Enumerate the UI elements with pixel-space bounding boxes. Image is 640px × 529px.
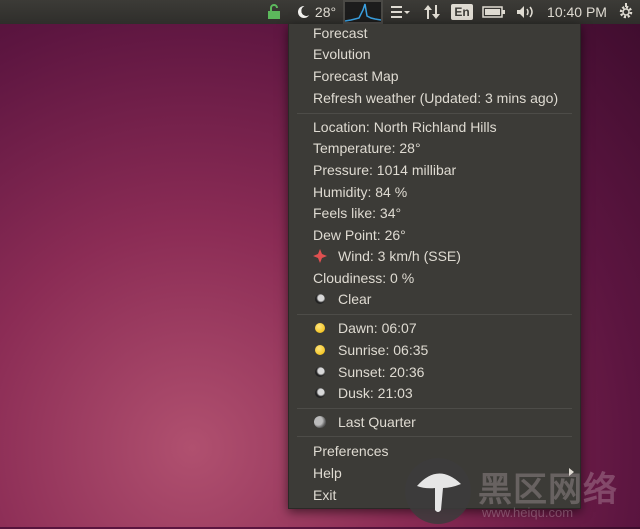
menu-list-icon[interactable]	[388, 0, 412, 24]
menu-item-temperature[interactable]: Temperature: 28°	[313, 138, 421, 158]
moon-icon	[297, 6, 310, 18]
menu-item-humidity[interactable]: Humidity: 84 %	[313, 182, 407, 202]
sun-icon	[315, 323, 325, 333]
watermark-logo-icon	[405, 458, 471, 524]
watermark-subtext: www.heiqu.com	[482, 505, 574, 520]
system-monitor-graph-icon	[345, 2, 381, 22]
sun-icon	[315, 345, 325, 355]
menu-separator	[297, 113, 572, 114]
battery-icon[interactable]	[481, 0, 507, 24]
wind-direction-icon	[313, 249, 327, 266]
menu-item-help[interactable]: Help	[313, 463, 342, 483]
menu-item-refresh[interactable]: Refresh weather (Updated: 3 mins ago)	[313, 88, 558, 108]
menu-item-cloudiness[interactable]: Cloudiness: 0 %	[313, 268, 414, 288]
menu-item-sunset[interactable]: Sunset: 20:36	[338, 362, 424, 382]
moon-icon	[315, 294, 325, 304]
menu-separator	[297, 314, 572, 315]
weather-indicator[interactable]: 28°	[293, 0, 341, 24]
menu-item-evolution[interactable]: Evolution	[313, 44, 371, 64]
menu-item-pressure[interactable]: Pressure: 1014 millibar	[313, 160, 456, 180]
menu-item-forecast[interactable]: Forecast	[313, 23, 367, 43]
menu-item-forecast-map[interactable]: Forecast Map	[313, 66, 399, 86]
menu-item-dusk[interactable]: Dusk: 21:03	[338, 383, 413, 403]
menu-separator	[297, 436, 572, 437]
moon-phase-icon	[314, 416, 326, 428]
gear-icon[interactable]	[614, 0, 638, 24]
weather-temperature: 28°	[314, 4, 337, 20]
menu-item-dawn[interactable]: Dawn: 06:07	[338, 318, 417, 338]
volume-icon[interactable]	[514, 0, 538, 24]
keyboard-layout-indicator[interactable]: En	[451, 0, 473, 24]
menu-item-sunrise[interactable]: Sunrise: 06:35	[338, 340, 428, 360]
menu-item-dew-point[interactable]: Dew Point: 26°	[313, 225, 406, 245]
transfer-arrows-icon[interactable]	[421, 0, 443, 24]
moon-icon	[315, 367, 325, 377]
watermark-text: 黑区网络	[478, 471, 618, 509]
moon-icon	[315, 388, 325, 398]
menu-item-preferences[interactable]: Preferences	[313, 441, 388, 461]
menu-item-wind[interactable]: Wind: 3 km/h (SSE)	[338, 246, 461, 266]
menu-separator	[297, 408, 572, 409]
menu-item-location[interactable]: Location: North Richland Hills	[313, 117, 497, 137]
weather-menu: Forecast Evolution Forecast Map Refresh …	[288, 24, 581, 509]
menu-item-feels-like[interactable]: Feels like: 34°	[313, 203, 401, 223]
menu-item-exit[interactable]: Exit	[313, 485, 336, 505]
menu-item-moon-phase[interactable]: Last Quarter	[338, 412, 416, 432]
system-monitor-indicator[interactable]	[343, 0, 383, 24]
top-panel: 28° En 10:40 PM	[0, 0, 640, 24]
clock[interactable]: 10:40 PM	[545, 0, 609, 24]
lock-icon[interactable]	[265, 0, 283, 24]
menu-item-condition[interactable]: Clear	[338, 289, 371, 309]
